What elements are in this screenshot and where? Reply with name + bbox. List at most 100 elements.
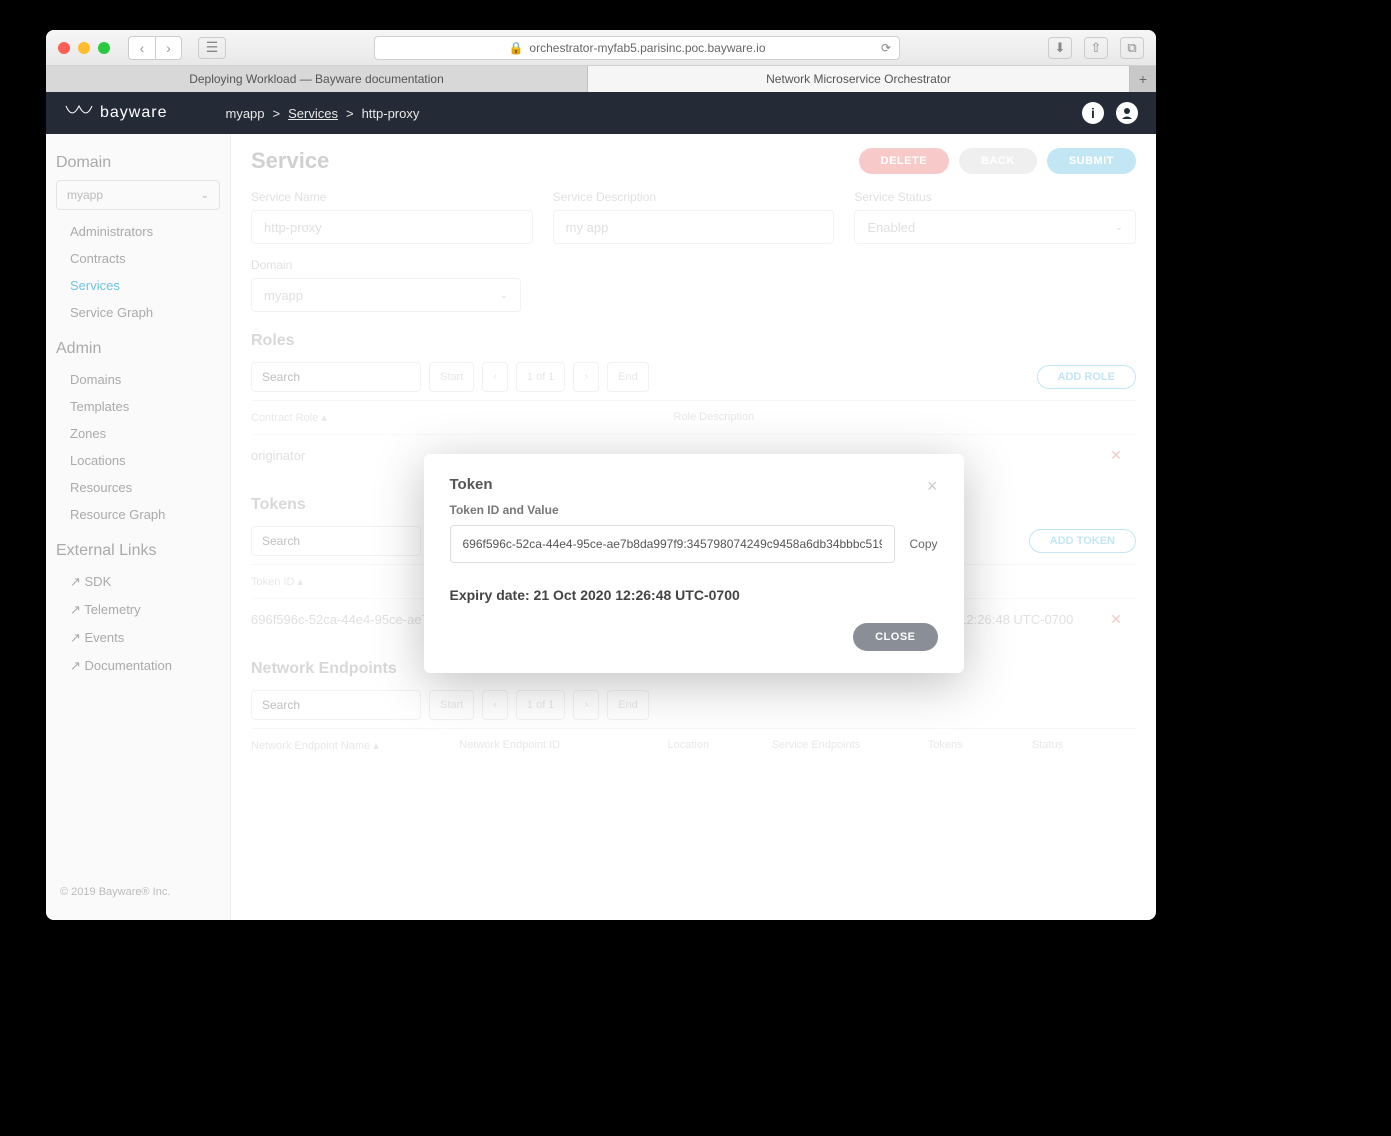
domain-select-value: myapp bbox=[67, 188, 103, 202]
submit-button[interactable]: SUBMIT bbox=[1047, 148, 1136, 174]
roles-thead: Contract Role ▴ Role Description bbox=[251, 401, 1136, 434]
input-service-desc[interactable] bbox=[553, 210, 835, 244]
th-ne-status[interactable]: Status bbox=[1032, 739, 1136, 752]
sidebar-item-documentation[interactable]: ↗ Documentation bbox=[56, 652, 220, 680]
back-button[interactable]: BACK bbox=[959, 148, 1037, 174]
section-roles-title: Roles bbox=[251, 332, 1136, 350]
nav-arrows: ‹ › bbox=[128, 36, 182, 60]
th-ne-name[interactable]: Network Endpoint Name ▴ bbox=[251, 739, 459, 752]
sidebar-item-service-graph[interactable]: Service Graph bbox=[56, 299, 220, 326]
domain-select[interactable]: myapp ⌄ bbox=[56, 180, 220, 210]
roles-search[interactable] bbox=[251, 362, 421, 392]
add-token-button[interactable]: ADD TOKEN bbox=[1029, 529, 1136, 553]
field-service-desc: Service Description bbox=[553, 190, 835, 244]
th-ne-id[interactable]: Network Endpoint ID bbox=[459, 739, 667, 752]
tabs-icon[interactable]: ⧉ bbox=[1120, 37, 1144, 59]
select-domain[interactable]: myapp ⌄ bbox=[251, 278, 521, 312]
pager-start[interactable]: Start bbox=[429, 690, 474, 720]
sidebar-item-zones[interactable]: Zones bbox=[56, 420, 220, 447]
traffic-lights bbox=[58, 42, 110, 54]
pager-page: 1 of 1 bbox=[516, 690, 566, 720]
pager-start[interactable]: Start bbox=[429, 362, 474, 392]
delete-role-icon[interactable]: ✕ bbox=[1096, 447, 1136, 464]
tokens-search[interactable] bbox=[251, 526, 421, 556]
th-ne-svc[interactable]: Service Endpoints bbox=[772, 739, 928, 752]
pager-prev[interactable]: ‹ bbox=[482, 362, 508, 392]
breadcrumb-domain[interactable]: myapp bbox=[225, 106, 264, 121]
copy-button[interactable]: Copy bbox=[909, 537, 937, 551]
pager-end[interactable]: End bbox=[607, 690, 649, 720]
close-button[interactable]: CLOSE bbox=[853, 623, 937, 651]
th-contract-role[interactable]: Contract Role ▴ bbox=[251, 411, 674, 424]
lock-icon: 🔒 bbox=[508, 41, 523, 55]
back-icon[interactable]: ‹ bbox=[129, 37, 155, 59]
sidebar-item-telemetry[interactable]: ↗ Telemetry bbox=[56, 596, 220, 624]
modal-footer: CLOSE bbox=[450, 623, 938, 651]
sidebar-item-services[interactable]: Services bbox=[56, 272, 220, 299]
app-header: bayware myapp > Services > http-proxy i bbox=[46, 92, 1156, 134]
sidebar-item-locations[interactable]: Locations bbox=[56, 447, 220, 474]
domain-value: myapp bbox=[264, 288, 303, 303]
sidebar-item-sdk[interactable]: ↗ SDK bbox=[56, 568, 220, 596]
share-icon[interactable]: ⇧ bbox=[1084, 37, 1108, 59]
endpoints-thead: Network Endpoint Name ▴ Network Endpoint… bbox=[251, 728, 1136, 762]
page-header-buttons: DELETE BACK SUBMIT bbox=[859, 148, 1136, 174]
add-role-button[interactable]: ADD ROLE bbox=[1037, 365, 1136, 389]
token-value-input[interactable] bbox=[450, 525, 896, 563]
tab-orchestrator[interactable]: Network Microservice Orchestrator bbox=[588, 66, 1130, 92]
maximize-window-icon[interactable] bbox=[98, 42, 110, 54]
toolbar-icons: ⬇ ⇧ ⧉ bbox=[1048, 37, 1144, 59]
sidebar-item-contracts[interactable]: Contracts bbox=[56, 245, 220, 272]
breadcrumb-services[interactable]: Services bbox=[288, 106, 338, 121]
chevron-down-icon: ⌄ bbox=[1115, 222, 1123, 233]
info-icon[interactable]: i bbox=[1082, 102, 1104, 124]
sidebar-item-templates[interactable]: Templates bbox=[56, 393, 220, 420]
sidebar-item-domains[interactable]: Domains bbox=[56, 366, 220, 393]
pager-prev[interactable]: ‹ bbox=[482, 690, 508, 720]
pager-end[interactable]: End bbox=[607, 362, 649, 392]
th-ne-tokens[interactable]: Tokens bbox=[928, 739, 1032, 752]
field-domain: Domain myapp ⌄ bbox=[251, 258, 521, 312]
select-service-status[interactable]: Enabled ⌄ bbox=[854, 210, 1136, 244]
close-icon[interactable]: × bbox=[927, 476, 938, 497]
breadcrumb-current: http-proxy bbox=[362, 106, 420, 121]
pager-next[interactable]: › bbox=[573, 690, 599, 720]
breadcrumb-sep: > bbox=[273, 106, 281, 121]
breadcrumb: myapp > Services > http-proxy bbox=[225, 106, 419, 121]
tab-docs[interactable]: Deploying Workload — Bayware documentati… bbox=[46, 66, 588, 92]
sidebar-toggle-icon[interactable]: ☰ bbox=[198, 37, 226, 59]
tabstrip: Deploying Workload — Bayware documentati… bbox=[46, 66, 1156, 92]
pager-page: 1 of 1 bbox=[516, 362, 566, 392]
breadcrumb-sep: > bbox=[346, 106, 354, 121]
forward-icon[interactable]: › bbox=[155, 37, 181, 59]
pager-next[interactable]: › bbox=[573, 362, 599, 392]
label-service-desc: Service Description bbox=[553, 190, 835, 204]
minimize-window-icon[interactable] bbox=[78, 42, 90, 54]
reload-icon[interactable]: ⟳ bbox=[881, 41, 891, 55]
th-ne-location[interactable]: Location bbox=[667, 739, 771, 752]
user-icon[interactable] bbox=[1116, 102, 1138, 124]
address-bar[interactable]: 🔒 orchestrator-myfab5.parisinc.poc.baywa… bbox=[374, 36, 900, 60]
sidebar-item-administrators[interactable]: Administrators bbox=[56, 218, 220, 245]
sidebar-item-resource-graph[interactable]: Resource Graph bbox=[56, 501, 220, 528]
input-service-name[interactable] bbox=[251, 210, 533, 244]
modal-title: Token bbox=[450, 476, 938, 493]
browser-window: ‹ › ☰ 🔒 orchestrator-myfab5.parisinc.poc… bbox=[46, 30, 1156, 920]
form-row-1: Service Name Service Description Service… bbox=[251, 190, 1136, 244]
add-tab-icon[interactable]: + bbox=[1130, 66, 1156, 92]
close-window-icon[interactable] bbox=[58, 42, 70, 54]
titlebar: ‹ › ☰ 🔒 orchestrator-myfab5.parisinc.poc… bbox=[46, 30, 1156, 66]
token-modal: × Token Token ID and Value Copy Expiry d… bbox=[424, 454, 964, 673]
logo-text: bayware bbox=[100, 104, 167, 122]
sidebar-item-events[interactable]: ↗ Events bbox=[56, 624, 220, 652]
sidebar-item-resources[interactable]: Resources bbox=[56, 474, 220, 501]
delete-button[interactable]: DELETE bbox=[859, 148, 949, 174]
endpoints-search[interactable] bbox=[251, 690, 421, 720]
header-right: i bbox=[1082, 102, 1138, 124]
th-role-desc[interactable]: Role Description bbox=[674, 411, 1097, 424]
download-icon[interactable]: ⬇ bbox=[1048, 37, 1072, 59]
label-service-status: Service Status bbox=[854, 190, 1136, 204]
roles-toolbar: Start ‹ 1 of 1 › End ADD ROLE bbox=[251, 362, 1136, 392]
modal-expiry: Expiry date: 21 Oct 2020 12:26:48 UTC-07… bbox=[450, 587, 938, 603]
delete-token-icon[interactable]: ✕ bbox=[1096, 611, 1136, 628]
